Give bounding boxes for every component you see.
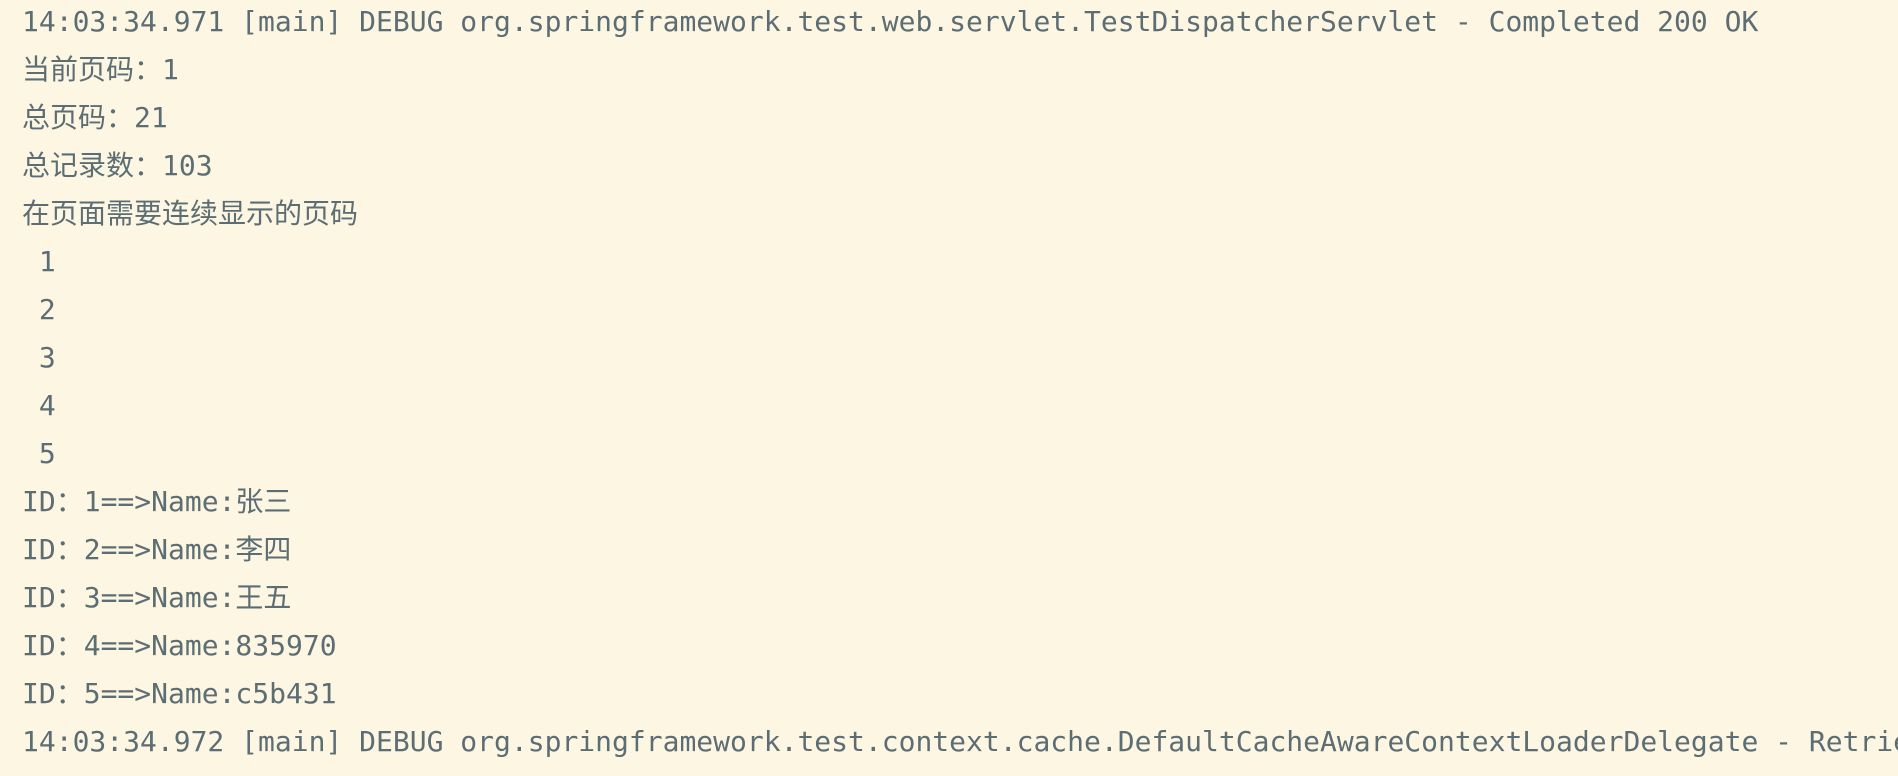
console-output-panel[interactable]: 14:03:34.971 [main] DEBUG org.springfram…: [0, 0, 1898, 776]
output-line-page-num: 1: [22, 245, 56, 278]
output-line-page-num: 3: [22, 341, 56, 374]
output-line-page-num: 2: [22, 293, 56, 326]
output-line-page-nums-heading: 在页面需要连续显示的页码: [22, 197, 359, 230]
output-line-record: ID：4==>Name:835970: [22, 629, 337, 662]
log-line: 14:03:34.972 [main] DEBUG org.springfram…: [22, 725, 1898, 758]
output-line-total-records: 总记录数：103: [22, 149, 213, 182]
output-line-page-num: 4: [22, 389, 56, 422]
console-log: 14:03:34.971 [main] DEBUG org.springfram…: [22, 4, 1898, 772]
output-line-total-pages: 总页码：21: [22, 101, 168, 134]
output-line-record: ID：5==>Name:c5b431: [22, 677, 337, 710]
output-line-record: ID：1==>Name:张三: [22, 485, 292, 518]
output-line-record: ID：3==>Name:王五: [22, 581, 292, 614]
output-line-current-page: 当前页码：1: [22, 53, 179, 86]
output-line-page-num: 5: [22, 437, 56, 470]
output-line-record: ID：2==>Name:李四: [22, 533, 292, 566]
log-line: 14:03:34.971 [main] DEBUG org.springfram…: [22, 5, 1759, 38]
